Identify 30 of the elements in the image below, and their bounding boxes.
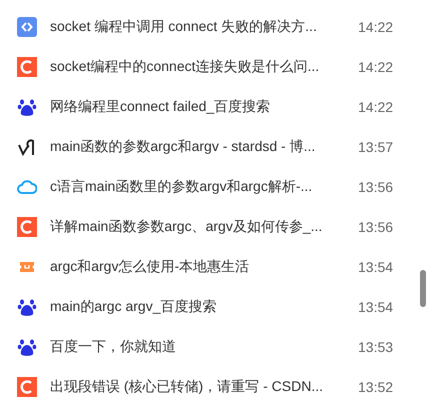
history-title[interactable]: socket编程中的connect连接失败是什么问... (50, 58, 350, 76)
history-title[interactable]: c语言main函数里的参数argv和argc解析-... (50, 178, 350, 196)
visit-time: 13:52 (358, 379, 394, 395)
c-logo-icon (17, 217, 37, 237)
paw-icon (17, 337, 37, 357)
history-title[interactable]: main函数的参数argc和argv - stardsd - 博... (50, 138, 350, 156)
visit-time: 13:56 (358, 219, 394, 235)
scribble-icon (17, 137, 37, 157)
c-logo-icon (17, 377, 37, 397)
history-title[interactable]: argc和argv怎么使用-本地惠生活 (50, 258, 350, 276)
visit-time: 13:56 (358, 179, 394, 195)
paw-icon (17, 297, 37, 317)
c-logo-icon (17, 57, 37, 77)
history-title[interactable]: main的argc argv_百度搜索 (50, 298, 350, 316)
history-title[interactable]: 出现段错误 (核心已转储)，请重写 - CSDN... (50, 378, 350, 396)
cloud-icon (17, 177, 37, 197)
visit-time: 14:22 (358, 59, 394, 75)
visit-time: 13:54 (358, 259, 394, 275)
scrollbar-thumb[interactable] (420, 270, 426, 307)
visit-time: 13:53 (358, 339, 394, 355)
history-title[interactable]: 网络编程里connect failed_百度搜索 (50, 98, 350, 116)
paw-icon (17, 97, 37, 117)
visit-time: 14:22 (358, 99, 394, 115)
history-title[interactable]: socket 编程中调用 connect 失败的解决方... (50, 18, 350, 36)
visit-time: 13:57 (358, 139, 394, 155)
code-icon (17, 17, 37, 37)
visit-time: 14:22 (358, 19, 394, 35)
history-title[interactable]: 详解main函数参数argc、argv及如何传参_... (50, 218, 350, 236)
history-title[interactable]: 百度一下，你就知道 (50, 338, 350, 356)
visit-time: 13:54 (358, 299, 394, 315)
